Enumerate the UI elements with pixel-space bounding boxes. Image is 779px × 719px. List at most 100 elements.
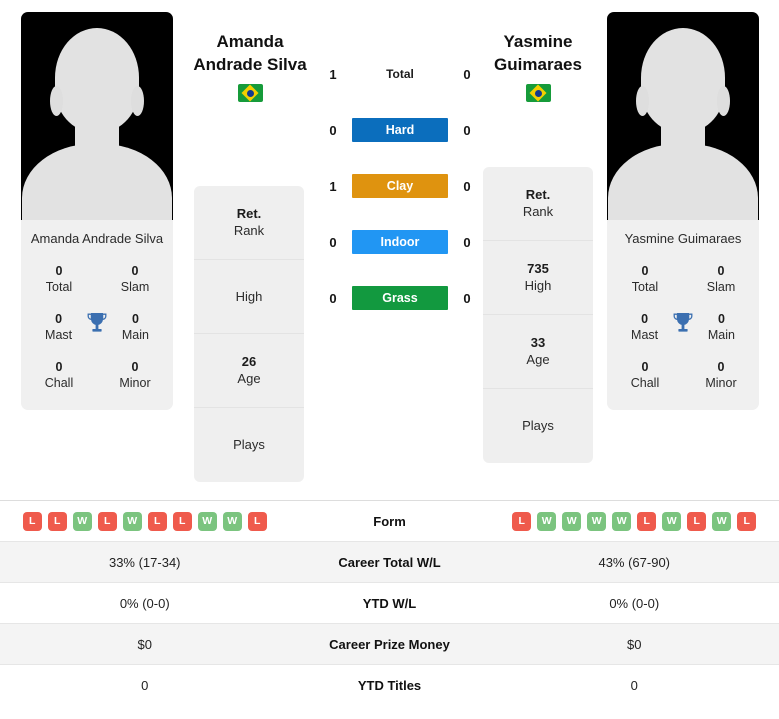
- stat-value-right: 43% (67-90): [598, 554, 671, 570]
- surface-badge-grass[interactable]: Grass: [352, 286, 448, 310]
- form-badge-win[interactable]: W: [197, 511, 217, 531]
- stat-row-ytd-wl: 0% (0-0) YTD W/L 0% (0-0): [0, 583, 779, 624]
- player-card-left[interactable]: Amanda Andrade Silva 0 Total 0 Slam 0 Ma…: [21, 12, 173, 410]
- trophy-grid-right: 0 Total 0 Slam 0 Mast 0 Main 0 Chall 0 M…: [607, 253, 759, 410]
- info-row-rank: Ret. Rank: [483, 167, 593, 241]
- info-row-age: 33 Age: [483, 315, 593, 389]
- trophy-cell-total: 0 Total: [617, 263, 673, 296]
- stat-value-right: 0: [630, 678, 638, 693]
- trophy-label: Total: [45, 280, 73, 294]
- surface-badge-indoor[interactable]: Indoor: [352, 230, 448, 254]
- surface-badge-hard[interactable]: Hard: [352, 118, 448, 142]
- form-badge-loss[interactable]: L: [47, 511, 67, 531]
- top-comparison-area: Amanda Andrade Silva 0 Total 0 Slam 0 Ma…: [0, 0, 779, 492]
- trophy-cell-chall: 0 Chall: [617, 359, 673, 392]
- brazil-flag-icon: [525, 84, 551, 102]
- trophy-label: Slam: [706, 280, 736, 294]
- stat-label-form: Form: [373, 513, 406, 529]
- form-badge-win[interactable]: W: [587, 511, 607, 531]
- trophy-label: Total: [631, 280, 659, 294]
- info-row-rank: Ret. Rank: [194, 186, 304, 260]
- surface-score-right: 0: [463, 178, 471, 194]
- trophy-cell-main: 0 Main: [694, 311, 749, 344]
- info-label: High: [235, 288, 263, 304]
- trophy-label: Minor: [705, 376, 737, 390]
- form-badge-win[interactable]: W: [612, 511, 632, 531]
- form-badge-loss[interactable]: L: [147, 511, 167, 531]
- info-card-left: Ret. Rank High 26 Age Plays: [194, 186, 304, 482]
- stat-label: Career Total W/L: [338, 554, 441, 570]
- stat-value-left: 33% (17-34): [108, 554, 181, 570]
- form-badge-loss[interactable]: L: [637, 511, 657, 531]
- surface-score-left: 1: [329, 178, 337, 194]
- trophy-label: Slam: [120, 280, 150, 294]
- trophy-cell-mast: 0 Mast: [31, 311, 86, 344]
- form-badge-win[interactable]: W: [712, 511, 732, 531]
- surface-badge-clay[interactable]: Clay: [352, 174, 448, 198]
- surface-row-grass: 0 Grass 0: [325, 286, 475, 310]
- form-badge-win[interactable]: W: [222, 511, 242, 531]
- form-strip-right: LWWWWLWLWL: [512, 511, 757, 531]
- surface-score-right: 0: [463, 66, 471, 82]
- form-badge-loss[interactable]: L: [737, 511, 757, 531]
- form-badge-loss[interactable]: L: [97, 511, 117, 531]
- form-badge-loss[interactable]: L: [22, 511, 42, 531]
- stat-row-ytd-titles: 0 YTD Titles 0: [0, 665, 779, 706]
- surface-row-indoor: 0 Indoor 0: [325, 230, 475, 254]
- surface-score-left: 0: [329, 234, 337, 250]
- trophy-cell-main: 0 Main: [108, 311, 163, 344]
- stat-row-career-total-wl: 33% (17-34) Career Total W/L 43% (67-90): [0, 542, 779, 583]
- trophy-value: 0: [717, 264, 725, 278]
- stats-comparison-table: LLWLWLLWWL Form LWWWWLWLWL 33% (17-34) C…: [0, 500, 779, 706]
- avatar-body-icon: [608, 144, 758, 220]
- trophy-cell-slam: 0 Slam: [693, 263, 749, 296]
- surface-score-left: 1: [329, 66, 337, 82]
- form-badge-loss[interactable]: L: [512, 511, 532, 531]
- trophy-value: 0: [641, 264, 649, 278]
- stat-value-left: 0: [141, 678, 149, 693]
- avatar-ear-left-icon: [636, 86, 649, 116]
- trophy-value: 0: [641, 312, 649, 326]
- trophy-label: Main: [707, 328, 735, 342]
- trophy-cell-total: 0 Total: [31, 263, 87, 296]
- trophy-row: 0 Total 0 Slam: [21, 263, 173, 296]
- trophy-value: 0: [717, 360, 725, 374]
- info-label: Rank: [233, 223, 265, 238]
- form-badge-loss[interactable]: L: [172, 511, 192, 531]
- player-heading-left: Amanda Andrade Silva: [155, 30, 345, 102]
- player-name-line2-left[interactable]: Andrade Silva: [155, 53, 345, 76]
- info-label: Age: [237, 371, 261, 386]
- player-name-line1-left[interactable]: Amanda: [155, 30, 345, 53]
- trophy-value: 0: [55, 264, 63, 278]
- stat-label: Career Prize Money: [329, 636, 450, 652]
- trophy-cell-minor: 0 Minor: [107, 359, 163, 392]
- form-strip-left: LLWLWLLWWL: [22, 511, 267, 531]
- form-badge-loss[interactable]: L: [247, 511, 267, 531]
- form-badge-win[interactable]: W: [122, 511, 142, 531]
- form-badge-win[interactable]: W: [72, 511, 92, 531]
- info-label: High: [524, 278, 552, 293]
- trophy-row: 0 Chall 0 Minor: [21, 359, 173, 392]
- form-badge-win[interactable]: W: [537, 511, 557, 531]
- stat-value-left: $0: [137, 636, 152, 652]
- player-comparison-page: Amanda Andrade Silva 0 Total 0 Slam 0 Ma…: [0, 0, 779, 719]
- surface-badge-total[interactable]: Total: [352, 62, 448, 86]
- trophy-value: 0: [55, 312, 63, 326]
- avatar-body-icon: [22, 144, 172, 220]
- form-badge-loss[interactable]: L: [687, 511, 707, 531]
- trophy-cell-minor: 0 Minor: [693, 359, 749, 392]
- trophy-label: Minor: [119, 376, 151, 390]
- form-badge-win[interactable]: W: [662, 511, 682, 531]
- form-strip-left-container: LLWLWLLWWL: [0, 511, 290, 531]
- form-badge-win[interactable]: W: [562, 511, 582, 531]
- player-name-line1-right[interactable]: Yasmine: [443, 30, 633, 53]
- surface-score-right: 0: [463, 122, 471, 138]
- trophy-row: 0 Mast 0 Main: [607, 311, 759, 344]
- trophy-icon: [86, 311, 108, 337]
- player-photo-left: [21, 12, 173, 220]
- trophy-row: 0 Mast 0 Main: [21, 311, 173, 344]
- stat-label: YTD W/L: [362, 595, 417, 611]
- flag-globe: [534, 89, 542, 97]
- surface-score-right: 0: [463, 234, 471, 250]
- info-row-plays: Plays: [194, 408, 304, 482]
